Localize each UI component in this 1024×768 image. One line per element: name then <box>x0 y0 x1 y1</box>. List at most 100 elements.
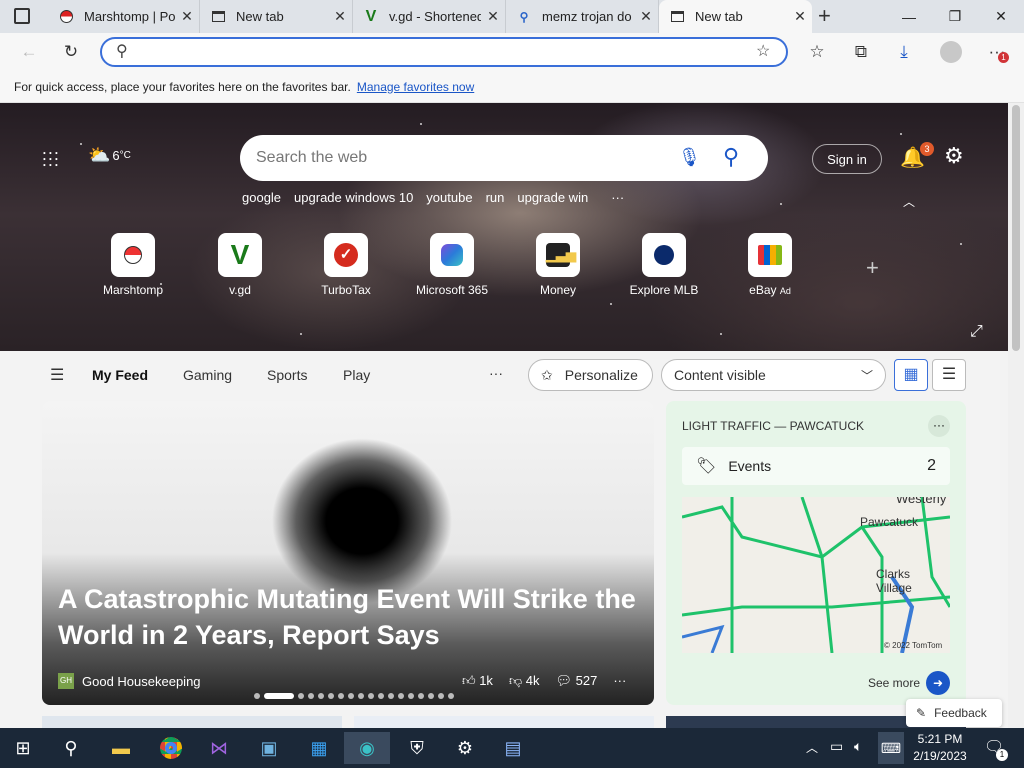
tab-new-tab-active[interactable]: New tab ✕ <box>659 0 812 33</box>
search-icon[interactable]: ⚲ <box>723 144 739 170</box>
tab-play[interactable]: Play <box>343 367 370 383</box>
clock[interactable]: 5:21 PM 2/19/2023 <box>908 731 972 765</box>
like-button[interactable]: 👍︎ 1k <box>462 673 493 689</box>
start-tiles-icon[interactable]: ▦ <box>296 732 342 764</box>
new-tab-button[interactable]: + <box>818 3 831 29</box>
headline[interactable]: A Catastrophic Mutating Event Will Strik… <box>58 581 648 653</box>
close-window-button[interactable]: ✕ <box>978 0 1024 33</box>
sign-in-button[interactable]: Sign in <box>812 144 882 174</box>
refresh-button[interactable]: ↻ <box>56 38 86 66</box>
web-search-box[interactable]: Search the web 🎙 ⚲ <box>240 135 768 181</box>
comments-button[interactable]: 💬︎ 527 <box>555 673 597 689</box>
expand-icon[interactable]: ⤢ <box>970 323 983 341</box>
add-tile-icon[interactable]: + <box>866 255 879 281</box>
close-icon[interactable]: ✕ <box>634 8 658 25</box>
minimize-button[interactable]: — <box>886 0 932 33</box>
trending-item[interactable]: google <box>242 190 281 205</box>
trending-item[interactable]: upgrade windows 10 <box>294 190 413 205</box>
more-icon[interactable]: ··· <box>611 190 624 205</box>
tile-money[interactable]: ▁▃▅ Money <box>505 233 611 297</box>
chrome-icon[interactable] <box>148 732 194 764</box>
close-icon[interactable]: ✕ <box>175 8 199 25</box>
more-icon[interactable]: ··· <box>928 415 950 437</box>
avatar[interactable] <box>940 41 962 63</box>
file-explorer-icon[interactable]: ▬ <box>98 732 144 764</box>
back-button[interactable]: ← <box>14 38 44 66</box>
more-icon[interactable]: ··· <box>489 365 503 381</box>
trending-item[interactable]: upgrade win <box>517 190 588 205</box>
tile-turbotax[interactable]: ✓ TurboTax <box>293 233 399 297</box>
tag-icon: 🏷 <box>696 458 717 475</box>
shield-icon[interactable]: ⛨ <box>394 732 440 764</box>
edge-icon[interactable]: ◉ <box>344 732 390 764</box>
tile-label: Money <box>539 283 577 297</box>
windows-start-icon[interactable]: ⊞ <box>0 732 46 764</box>
personalize-button[interactable]: ✩ Personalize <box>528 359 653 391</box>
gear-icon[interactable]: ⚙ <box>442 732 488 764</box>
close-icon[interactable]: ✕ <box>481 8 505 25</box>
visual-studio-icon[interactable]: ⋈ <box>196 732 242 764</box>
add-favorite-icon[interactable]: ☆ <box>756 41 770 61</box>
grid-view-button[interactable]: ▦ <box>894 359 928 391</box>
menu-icon[interactable]: ··· <box>982 38 1012 66</box>
apps-launcher-icon[interactable]: ∙∙∙ ∙∙∙ ∙∙∙ <box>42 143 62 173</box>
tile-ebay[interactable]: eBay Ad <box>717 233 823 297</box>
remote-desktop-icon[interactable]: ▤ <box>490 732 536 764</box>
new-tab-icon <box>210 9 226 25</box>
tab-sports[interactable]: Sports <box>267 367 307 383</box>
feedback-button[interactable]: ✎ Feedback <box>906 699 1002 727</box>
address-input[interactable] <box>142 42 742 62</box>
tile-microsoft-365[interactable]: Microsoft 365 <box>399 233 505 297</box>
weather-widget[interactable]: ⛅ 6 °C <box>88 145 131 166</box>
tile-explore-mlb[interactable]: Explore MLB <box>611 233 717 297</box>
close-icon[interactable]: ✕ <box>788 8 812 25</box>
tab-actions-icon[interactable] <box>14 8 30 24</box>
tab-title: Marshtomp | Po <box>84 9 175 24</box>
arrow-right-icon[interactable]: ➜ <box>926 671 950 695</box>
turbotax-icon: ✓ <box>324 233 368 277</box>
volume-icon[interactable]: 🔈︎ <box>854 738 862 755</box>
list-view-button[interactable]: ☰ <box>932 359 966 391</box>
control-panel-icon[interactable]: ▣ <box>246 732 292 764</box>
events-count: 2 <box>927 457 936 474</box>
network-icon[interactable]: ▭ <box>830 738 843 755</box>
more-icon[interactable]: ··· <box>613 673 626 689</box>
downloads-icon[interactable]: ⤓ <box>889 38 919 66</box>
restore-button[interactable]: ❐ <box>932 0 978 33</box>
microphone-icon[interactable]: 🎙 <box>678 147 701 168</box>
tab-new-tab-1[interactable]: New tab ✕ <box>200 0 353 33</box>
gear-icon[interactable]: ⚙ <box>944 143 964 169</box>
events-row[interactable]: 🏷 Events 2 <box>682 447 950 485</box>
hero-news-card[interactable]: A Catastrophic Mutating Event Will Strik… <box>42 401 654 705</box>
tab-marshtomp[interactable]: Marshtomp | Po ✕ <box>48 0 200 33</box>
tab-vgd[interactable]: V v.gd - Shortened ✕ <box>353 0 506 33</box>
tab-memz[interactable]: ⚲ memz trojan do ✕ <box>506 0 659 33</box>
tile-marshtomp[interactable]: Marshtomp <box>80 233 186 297</box>
tab-gaming[interactable]: Gaming <box>183 367 232 383</box>
traffic-map[interactable]: Westerly Pawcatuck Clarks Village © 2022… <box>682 497 950 653</box>
comment-count: 527 <box>575 673 598 688</box>
close-icon[interactable]: ✕ <box>328 8 352 25</box>
search-icon[interactable]: ⚲ <box>48 732 94 764</box>
tile-label: eBay <box>749 283 777 297</box>
trending-item[interactable]: youtube <box>426 190 472 205</box>
page-scrollbar[interactable] <box>1008 103 1024 728</box>
thumbs-down-icon: 👎︎ <box>508 673 526 688</box>
chevron-up-icon[interactable]: ︿ <box>903 193 915 210</box>
manage-favorites-link[interactable]: Manage favorites now <box>357 80 474 94</box>
content-visible-dropdown[interactable]: Content visible ﹀ <box>661 359 886 391</box>
tab-my-feed[interactable]: My Feed <box>92 367 148 383</box>
trending-item[interactable]: run <box>486 190 505 205</box>
hamburger-icon[interactable]: ☰ <box>50 365 64 385</box>
traffic-card[interactable]: LIGHT TRAFFIC — PAWCATUCK ··· 🏷 Events 2… <box>666 401 966 705</box>
tab-title: memz trojan do <box>542 9 632 24</box>
see-more-link[interactable]: See more <box>868 676 920 690</box>
scrollbar-thumb[interactable] <box>1012 105 1020 351</box>
dislike-button[interactable]: 👎︎ 4k <box>509 673 540 689</box>
tile-vgd[interactable]: V v.gd <box>187 233 293 297</box>
address-bar[interactable]: ⚲ ☆ <box>100 37 788 67</box>
keyboard-icon[interactable]: ⌨ <box>878 732 904 764</box>
tray-chevron-up-icon[interactable]: ︿ <box>806 739 818 756</box>
collections-icon[interactable]: ⧉ <box>846 38 876 66</box>
favorites-icon[interactable]: ☆ <box>802 38 832 66</box>
